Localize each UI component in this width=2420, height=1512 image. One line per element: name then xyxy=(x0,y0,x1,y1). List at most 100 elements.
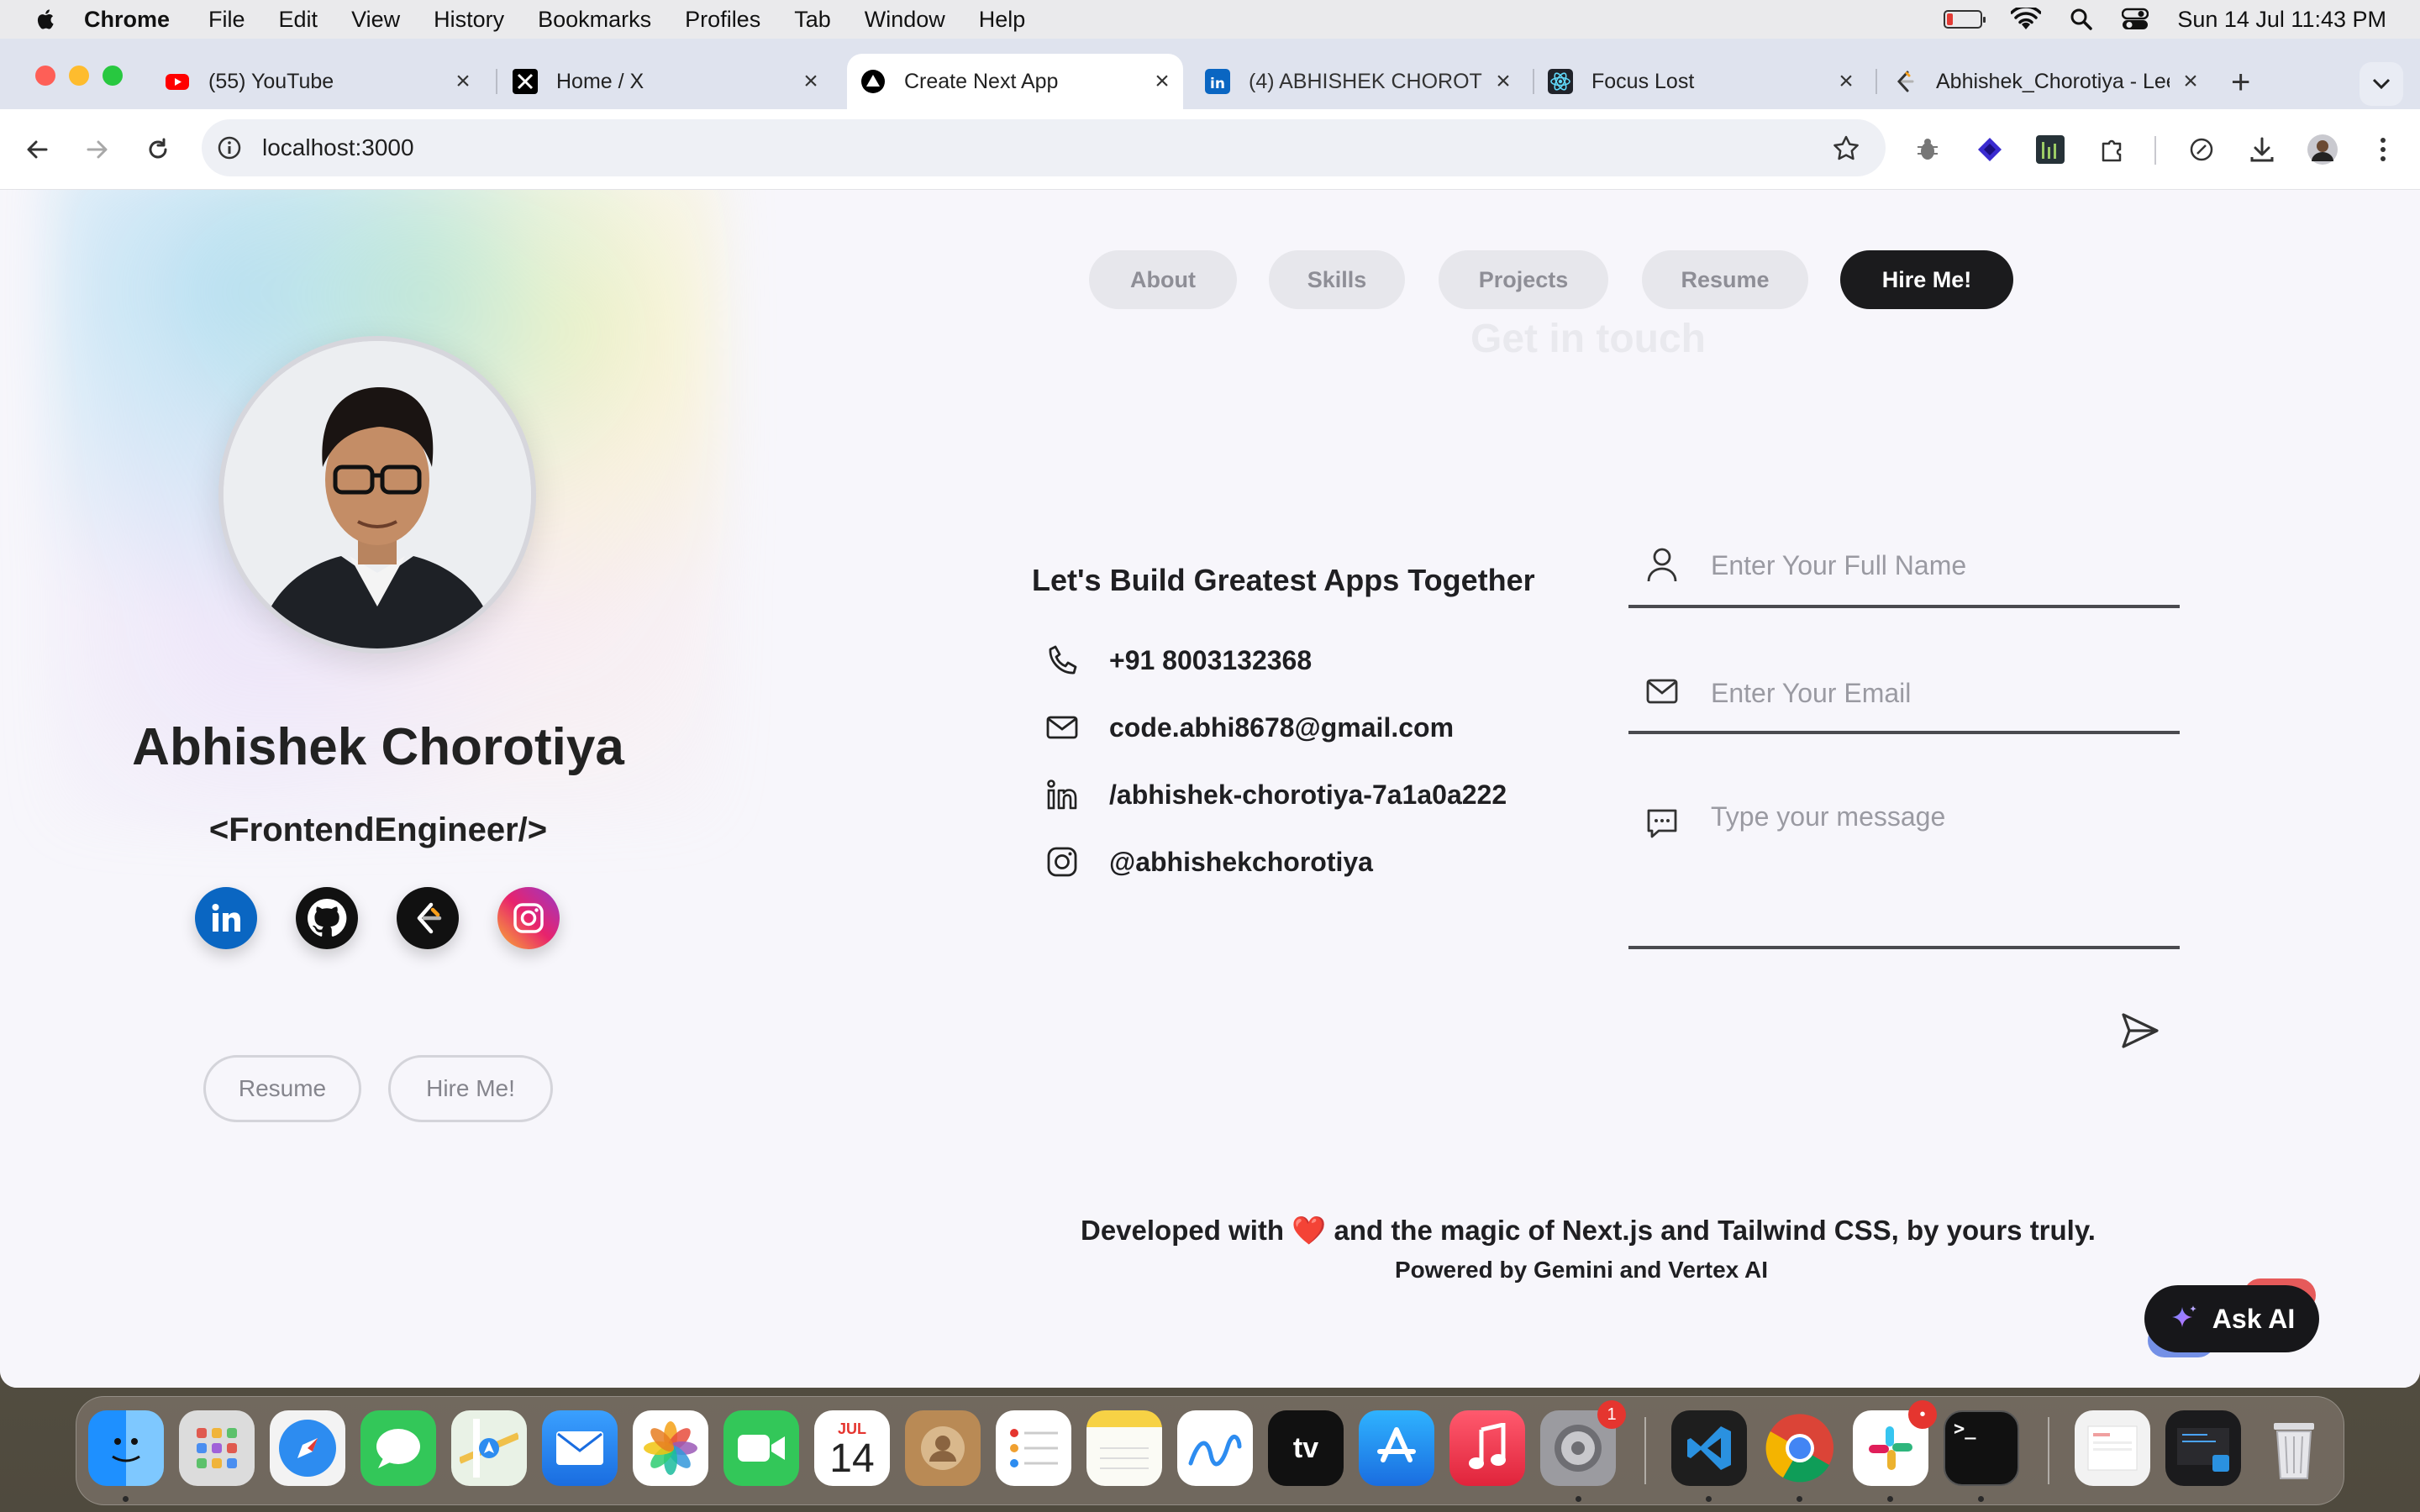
maps-icon[interactable] xyxy=(451,1410,527,1486)
running-indicator xyxy=(1887,1496,1893,1502)
ask-ai-label: Ask AI xyxy=(2212,1303,2296,1334)
contact-instagram[interactable]: @abhishekchorotiya xyxy=(1045,843,1373,880)
menu-edit[interactable]: Edit xyxy=(279,7,318,33)
trash-icon[interactable] xyxy=(2256,1410,2332,1486)
close-window-button[interactable] xyxy=(35,66,55,86)
address-bar[interactable]: localhost:3000 xyxy=(202,119,1886,176)
music-icon[interactable] xyxy=(1449,1410,1525,1486)
clock-text[interactable]: Sun 14 Jul 11:43 PM xyxy=(2177,7,2386,33)
email-field[interactable] xyxy=(1628,659,2180,734)
contacts-icon[interactable] xyxy=(905,1410,981,1486)
tab-title: Home / X xyxy=(556,69,644,93)
tab-x[interactable]: Home / X × xyxy=(513,54,823,109)
bookmark-star-icon[interactable] xyxy=(1832,134,1860,163)
control-center-icon[interactable] xyxy=(2122,8,2149,31)
contact-linkedin[interactable]: /abhishek-chorotiya-7a1a0a222 xyxy=(1045,776,1507,813)
layers-extension-icon[interactable] xyxy=(1973,133,2007,166)
menu-profiles[interactable]: Profiles xyxy=(685,7,760,33)
new-tab-button[interactable]: + xyxy=(2231,64,2250,102)
finder-icon[interactable] xyxy=(88,1410,164,1486)
tab-search-button[interactable] xyxy=(2360,62,2403,106)
menu-bookmarks[interactable]: Bookmarks xyxy=(538,7,651,33)
terminal-icon[interactable]: >_ xyxy=(1944,1410,2019,1486)
tab-focus-lost[interactable]: Focus Lost × xyxy=(1548,54,1859,109)
notes-icon[interactable] xyxy=(1086,1410,1162,1486)
extensions-button[interactable] xyxy=(2096,133,2129,166)
apple-tv-icon[interactable]: tv xyxy=(1268,1410,1344,1486)
menu-app-name[interactable]: Chrome xyxy=(84,7,170,33)
minimize-window-button[interactable] xyxy=(69,66,89,86)
close-tab-icon[interactable]: × xyxy=(1491,67,1516,96)
site-info-icon[interactable] xyxy=(217,135,242,160)
back-button[interactable] xyxy=(20,133,54,166)
instagram-link[interactable] xyxy=(497,887,560,949)
tab-leetcode[interactable]: Abhishek_Chorotiya - LeetCode × xyxy=(1892,54,2203,109)
chrome-icon[interactable] xyxy=(1762,1410,1838,1486)
email-input[interactable] xyxy=(1711,675,2171,711)
ask-ai-button[interactable]: Ask AI xyxy=(2144,1285,2319,1352)
mail-icon xyxy=(1046,716,1078,739)
facetime-icon[interactable] xyxy=(723,1410,799,1486)
menu-file[interactable]: File xyxy=(208,7,245,33)
close-tab-icon[interactable]: × xyxy=(798,67,823,96)
recent-window-icon[interactable] xyxy=(2165,1410,2241,1486)
zoom-window-button[interactable] xyxy=(103,66,123,86)
full-name-field[interactable] xyxy=(1628,531,2180,608)
tab-create-next-app[interactable]: Create Next App × xyxy=(847,54,1183,109)
close-tab-icon[interactable]: × xyxy=(1150,67,1175,96)
nav-skills-button[interactable]: Skills xyxy=(1269,250,1405,309)
message-field[interactable] xyxy=(1628,781,2180,949)
menu-view[interactable]: View xyxy=(351,7,400,33)
close-tab-icon[interactable]: × xyxy=(1833,67,1859,96)
reminders-icon[interactable] xyxy=(996,1410,1071,1486)
vscode-icon[interactable] xyxy=(1671,1410,1747,1486)
chart-extension-icon[interactable] xyxy=(2033,133,2067,166)
leetcode-link[interactable] xyxy=(397,887,459,949)
tab-linkedin[interactable]: in (4) ABHISHEK CHOROTIYA × xyxy=(1205,54,1516,109)
contact-phone[interactable]: +91 8003132368 xyxy=(1045,642,1312,679)
reload-button[interactable] xyxy=(141,133,175,166)
github-link[interactable] xyxy=(296,887,358,949)
forward-button[interactable] xyxy=(81,133,114,166)
freeform-icon[interactable] xyxy=(1177,1410,1253,1486)
calendar-icon[interactable]: JUL 14 xyxy=(814,1410,890,1486)
full-name-input[interactable] xyxy=(1711,548,2171,583)
youtube-icon xyxy=(166,74,189,90)
menu-window[interactable]: Window xyxy=(865,7,945,33)
message-input[interactable] xyxy=(1711,801,2171,936)
mail-app-icon[interactable] xyxy=(542,1410,618,1486)
nav-hire-me-button[interactable]: Hire Me! xyxy=(1840,250,2013,309)
nav-resume-button[interactable]: Resume xyxy=(1642,250,1808,309)
launchpad-icon[interactable] xyxy=(179,1410,255,1486)
profile-button[interactable] xyxy=(2306,133,2339,166)
safari-icon[interactable] xyxy=(270,1410,345,1486)
close-tab-icon[interactable]: × xyxy=(450,67,476,96)
bug-extension-icon[interactable] xyxy=(1911,133,1944,166)
tv-logo: tv xyxy=(1292,1431,1319,1464)
send-icon[interactable] xyxy=(2119,1010,2161,1052)
nav-about-button[interactable]: About xyxy=(1089,250,1237,309)
app-store-icon[interactable] xyxy=(1359,1410,1434,1486)
menu-history[interactable]: History xyxy=(434,7,504,33)
chrome-menu-button[interactable] xyxy=(2366,133,2400,166)
messages-icon[interactable] xyxy=(360,1410,436,1486)
menu-tab[interactable]: Tab xyxy=(794,7,831,33)
tab-youtube[interactable]: (55) YouTube × xyxy=(165,54,476,109)
performance-button[interactable] xyxy=(2185,133,2218,166)
battery-icon[interactable] xyxy=(1944,10,1986,29)
nav-projects-button[interactable]: Projects xyxy=(1439,250,1608,309)
recent-document-icon[interactable] xyxy=(2075,1410,2150,1486)
close-tab-icon[interactable]: × xyxy=(2178,67,2203,96)
menu-help[interactable]: Help xyxy=(979,7,1026,33)
photos-icon[interactable] xyxy=(633,1410,708,1486)
contact-email[interactable]: code.abhi8678@gmail.com xyxy=(1045,709,1454,746)
wifi-icon[interactable] xyxy=(2011,8,2042,31)
resume-button[interactable]: Resume xyxy=(203,1055,361,1122)
user-avatar-icon xyxy=(2307,134,2338,165)
url-text[interactable]: localhost:3000 xyxy=(262,134,414,161)
downloads-button[interactable] xyxy=(2245,133,2279,166)
linkedin-link[interactable] xyxy=(195,887,257,949)
apple-logo-icon[interactable] xyxy=(34,7,59,32)
spotlight-search-icon[interactable] xyxy=(2070,8,2093,31)
hire-me-button[interactable]: Hire Me! xyxy=(388,1055,553,1122)
